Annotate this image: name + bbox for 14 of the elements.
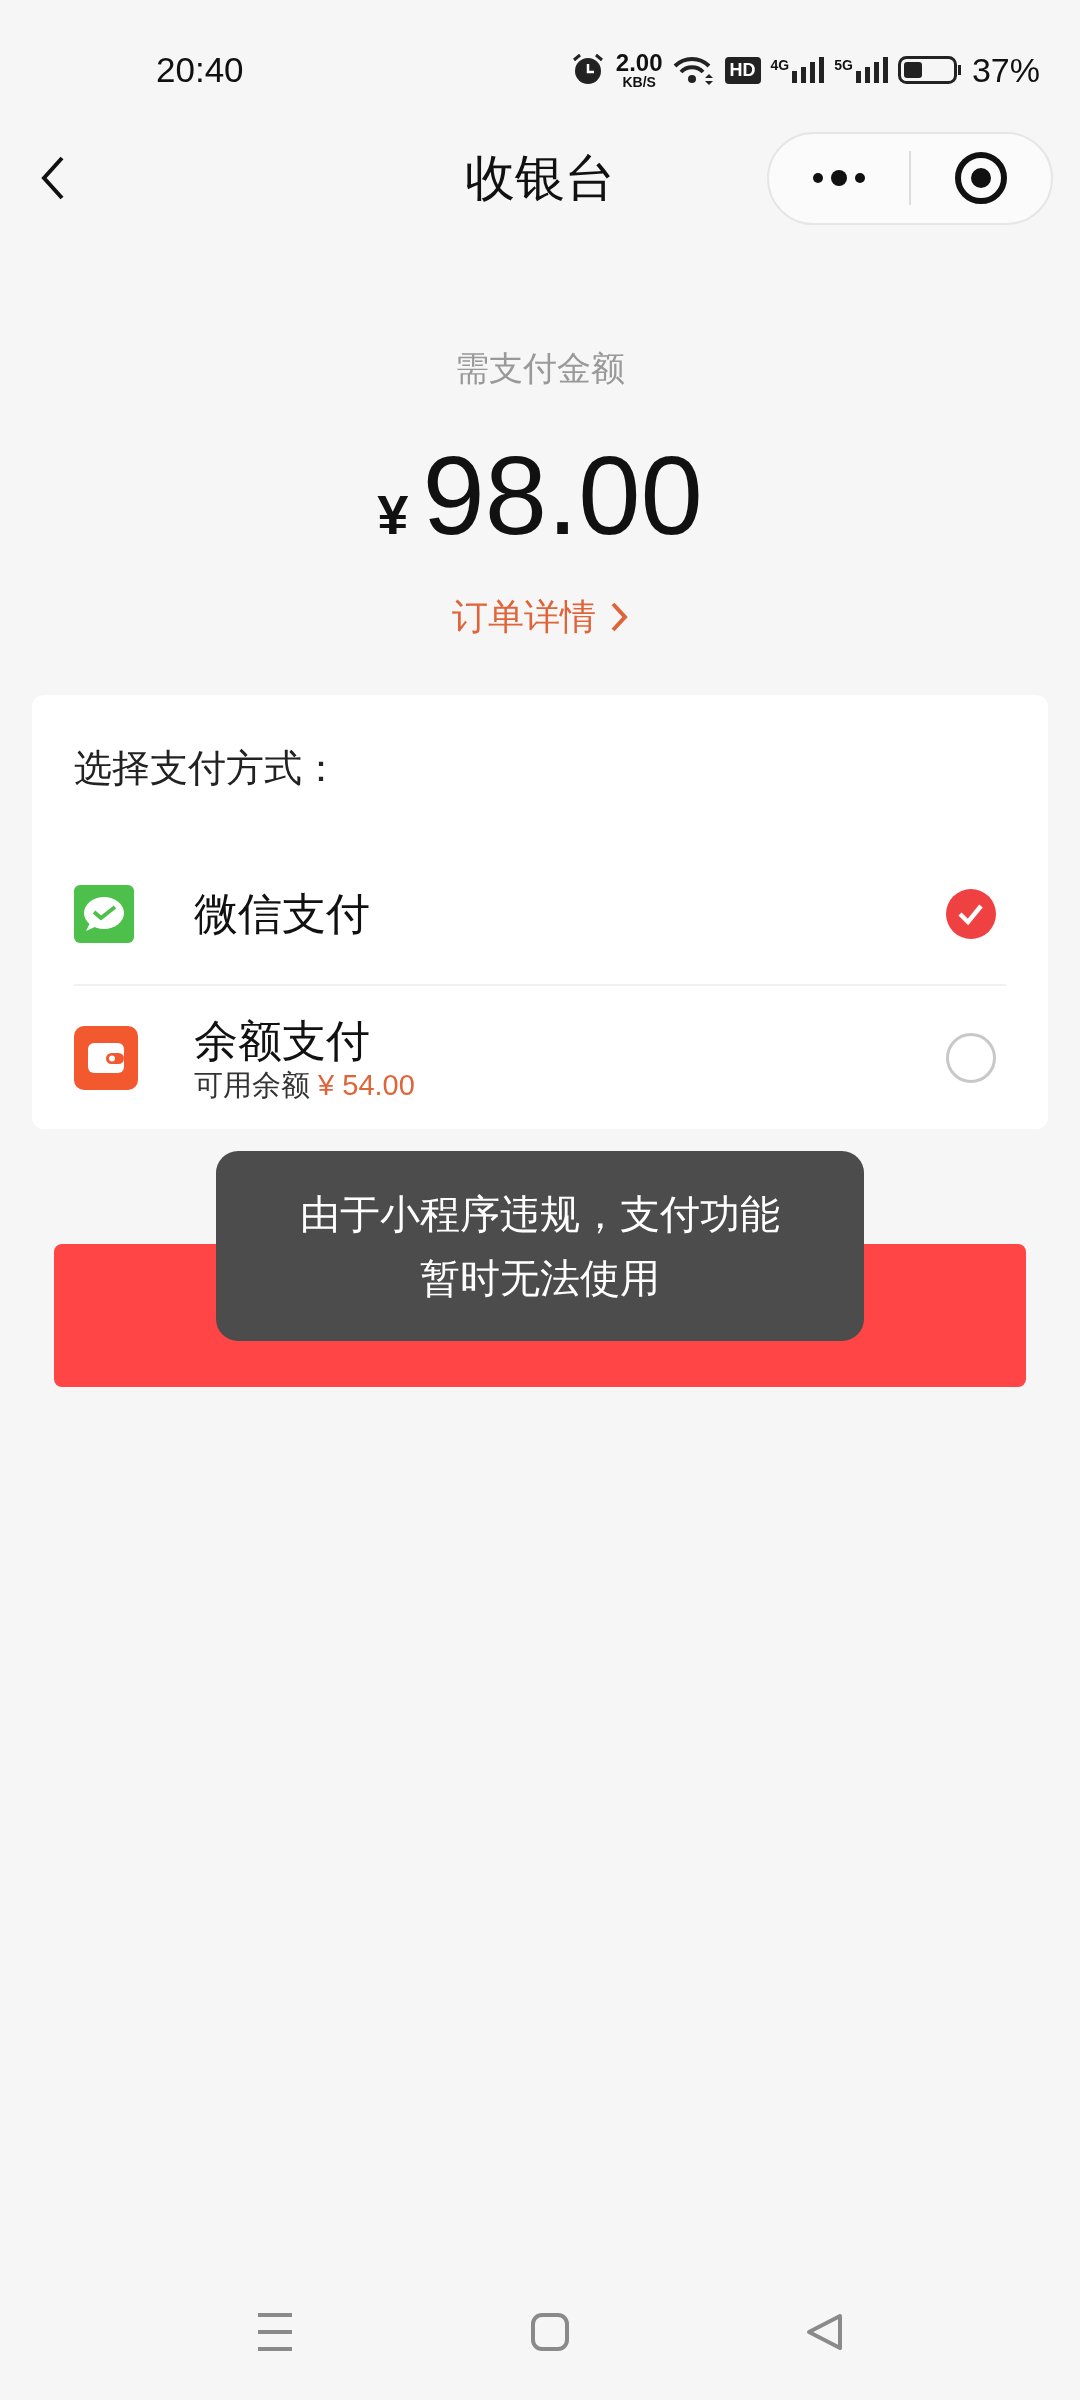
error-toast: 由于小程序违规，支付功能暂时无法使用 bbox=[216, 1151, 864, 1341]
clock-time: 20:40 bbox=[156, 50, 244, 90]
amount-label: 需支付金额 bbox=[455, 348, 625, 389]
battery-percent: 37% bbox=[971, 50, 1040, 90]
currency-symbol: ¥ bbox=[377, 482, 409, 548]
network-type: 4G bbox=[770, 57, 790, 73]
amount-value: 98.00 bbox=[422, 436, 703, 556]
speed-unit: KB/S bbox=[622, 75, 656, 89]
network-speed: 2.00 bbox=[615, 51, 663, 75]
page-title: 收银台 bbox=[465, 148, 615, 208]
balance-note: 可用余额 ¥ 54.00 bbox=[194, 1067, 416, 1102]
network-type: 5G bbox=[834, 57, 853, 73]
hd-badge: HD bbox=[724, 56, 761, 84]
section-title: 选择支付方式： bbox=[74, 746, 341, 791]
